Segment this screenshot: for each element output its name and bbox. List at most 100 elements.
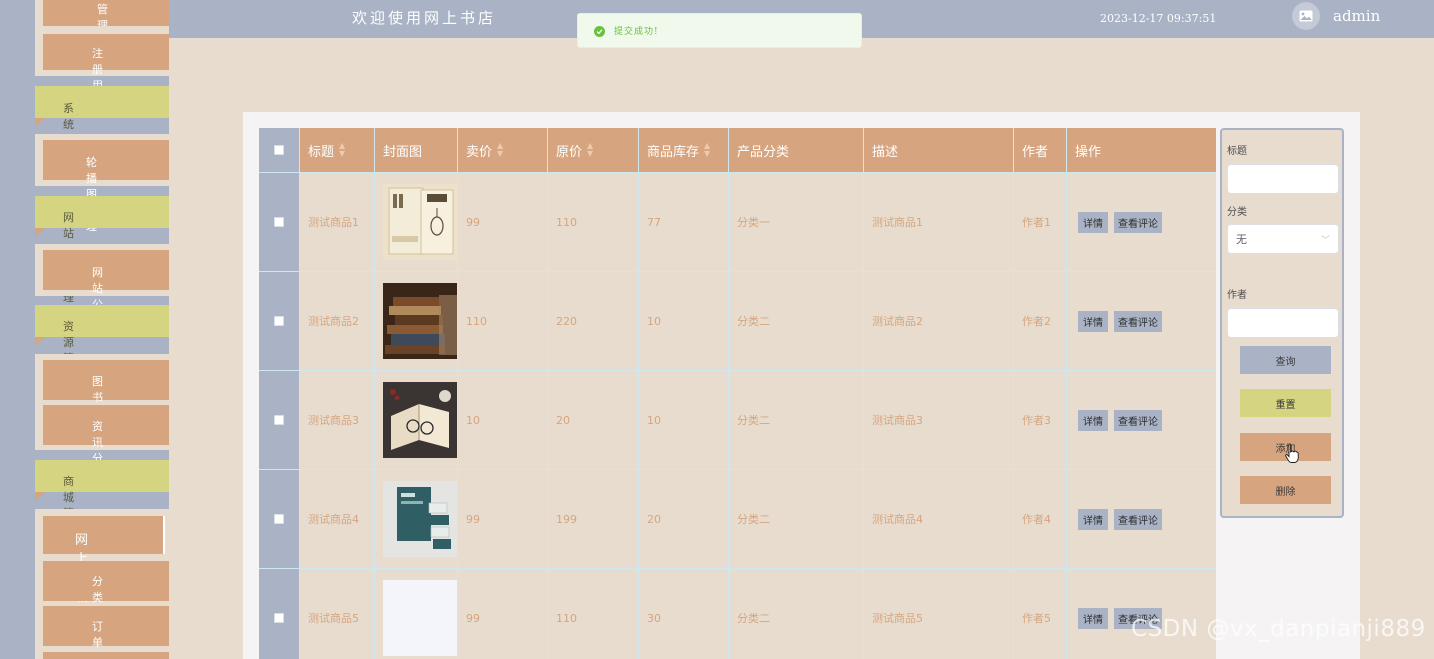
cell-original-price: 110: [548, 173, 639, 271]
cell-title: 测试商品2: [300, 272, 375, 370]
detail-button[interactable]: 详情: [1078, 607, 1108, 629]
cell-description: 测试商品3: [864, 371, 1014, 469]
category-filter-select[interactable]: 无 ﹀: [1227, 224, 1339, 254]
row-checkbox[interactable]: [259, 371, 300, 469]
site-title: 欢迎使用网上书店: [352, 9, 497, 27]
sort-icon: ▲ ▼: [587, 141, 594, 158]
toast-message: 提交成功!: [614, 27, 659, 37]
header-category: 产品分类: [729, 128, 864, 172]
header-label: 封面图: [383, 144, 423, 160]
reset-button[interactable]: 重置: [1240, 389, 1331, 417]
success-toast: 提交成功!: [577, 13, 862, 48]
cell-author: 作者3: [1014, 371, 1067, 469]
sidebar: 管理员 注册用户 系统管理 轮播图管理 网站公告管理 网站公告 资源管理 图书资…: [0, 0, 169, 659]
cell-cover: [375, 272, 458, 370]
book-cover-image[interactable]: [383, 184, 457, 260]
cell-original-price: 220: [548, 272, 639, 370]
cell-title: 测试商品5: [300, 569, 375, 659]
header-cover: 封面图: [375, 128, 458, 172]
header-original-price[interactable]: 原价 ▲ ▼: [548, 128, 639, 172]
row-checkbox[interactable]: [259, 470, 300, 568]
cell-original-price: 110: [548, 569, 639, 659]
author-filter-input[interactable]: [1227, 308, 1339, 338]
detail-button[interactable]: 详情: [1078, 409, 1108, 431]
cell-stock: 10: [639, 272, 729, 370]
table-row: 测试商品4 99 199 20 分类二 测试商品4 作者4 详情 查看评论: [259, 469, 1216, 568]
header-label: 标题: [308, 144, 335, 160]
table-row: 测试商品5 99 110 30 分类二 测试商品5 作者5 详情 查看评论: [259, 568, 1216, 659]
book-cover-image[interactable]: [383, 481, 457, 557]
current-datetime: 2023-12-17 09:37:51: [1100, 12, 1217, 25]
chevron-down-icon: ﹀: [1320, 236, 1330, 246]
query-button[interactable]: 查询: [1240, 346, 1331, 374]
header-title[interactable]: 标题 ▲ ▼: [300, 128, 375, 172]
detail-button[interactable]: 详情: [1078, 211, 1108, 233]
view-reviews-button[interactable]: 查看评论: [1114, 211, 1162, 233]
cell-title: 测试商品3: [300, 371, 375, 469]
sort-icon: ▲ ▼: [704, 141, 711, 158]
detail-button[interactable]: 详情: [1078, 508, 1108, 530]
table-row: 测试商品1 99 110 77 分类一 测试商品1 作者1 详情 查看评论: [259, 172, 1216, 271]
cell-description: 测试商品5: [864, 569, 1014, 659]
book-cover-image[interactable]: [383, 283, 457, 359]
header-label: 操作: [1075, 144, 1102, 160]
title-filter-label: 标题: [1227, 146, 1247, 157]
book-cover-image[interactable]: [383, 382, 457, 458]
cell-price: 10: [458, 371, 548, 469]
row-checkbox[interactable]: [259, 569, 300, 659]
cell-description: 测试商品2: [864, 272, 1014, 370]
cell-actions: 详情 查看评论: [1067, 272, 1216, 370]
cell-author: 作者4: [1014, 470, 1067, 568]
header-price[interactable]: 卖价 ▲ ▼: [458, 128, 548, 172]
sort-icon: ▲ ▼: [339, 141, 346, 158]
avatar[interactable]: [1292, 2, 1320, 30]
view-reviews-button[interactable]: 查看评论: [1114, 508, 1162, 530]
row-checkbox[interactable]: [259, 272, 300, 370]
cell-author: 作者1: [1014, 173, 1067, 271]
cell-price: 99: [458, 173, 548, 271]
hand-cursor-icon: [1285, 443, 1299, 463]
row-checkbox[interactable]: [259, 173, 300, 271]
view-reviews-button[interactable]: 查看评论: [1114, 409, 1162, 431]
cell-actions: 详情 查看评论: [1067, 173, 1216, 271]
watermark: CSDN @vx_danpianji889: [1131, 616, 1426, 642]
author-filter-label: 作者: [1227, 290, 1247, 301]
cell-description: 测试商品1: [864, 173, 1014, 271]
title-filter-input[interactable]: [1227, 164, 1339, 194]
cell-title: 测试商品4: [300, 470, 375, 568]
cell-category: 分类二: [729, 569, 864, 659]
cell-author: 作者2: [1014, 272, 1067, 370]
table-row: 测试商品3 10 20 10 分类二 测试商品3 作者3 详情 查看评论: [259, 370, 1216, 469]
cell-actions: 详情 查看评论: [1067, 470, 1216, 568]
cell-cover: [375, 173, 458, 271]
header-label: 描述: [872, 144, 899, 160]
category-selected-value: 无: [1236, 233, 1247, 246]
header-label: 原价: [556, 144, 583, 160]
header-stock[interactable]: 商品库存 ▲ ▼: [639, 128, 729, 172]
detail-button[interactable]: 详情: [1078, 310, 1108, 332]
category-filter-label: 分类: [1227, 207, 1247, 218]
header-label: 卖价: [466, 144, 493, 160]
search-panel: 标题 分类 无 ﹀ 作者 查询 重置 添加 删除: [1220, 128, 1344, 518]
view-reviews-button[interactable]: 查看评论: [1114, 310, 1162, 332]
cell-title: 测试商品1: [300, 173, 375, 271]
cell-original-price: 199: [548, 470, 639, 568]
cell-original-price: 20: [548, 371, 639, 469]
cell-stock: 20: [639, 470, 729, 568]
book-cover-image[interactable]: [383, 580, 457, 656]
cell-category: 分类二: [729, 272, 864, 370]
cell-stock: 77: [639, 173, 729, 271]
cell-category: 分类二: [729, 470, 864, 568]
cell-price: 99: [458, 569, 548, 659]
username[interactable]: admin: [1333, 7, 1380, 25]
sort-icon: ▲ ▼: [497, 141, 504, 158]
select-all-checkbox[interactable]: [259, 128, 300, 172]
header-actions: 操作: [1067, 128, 1216, 172]
check-circle-icon: [594, 26, 605, 37]
header-author: 作者: [1014, 128, 1067, 172]
cell-cover: [375, 371, 458, 469]
cell-stock: 10: [639, 371, 729, 469]
delete-button[interactable]: 删除: [1240, 476, 1331, 504]
cell-actions: 详情 查看评论: [1067, 371, 1216, 469]
header-label: 商品库存: [647, 144, 700, 160]
